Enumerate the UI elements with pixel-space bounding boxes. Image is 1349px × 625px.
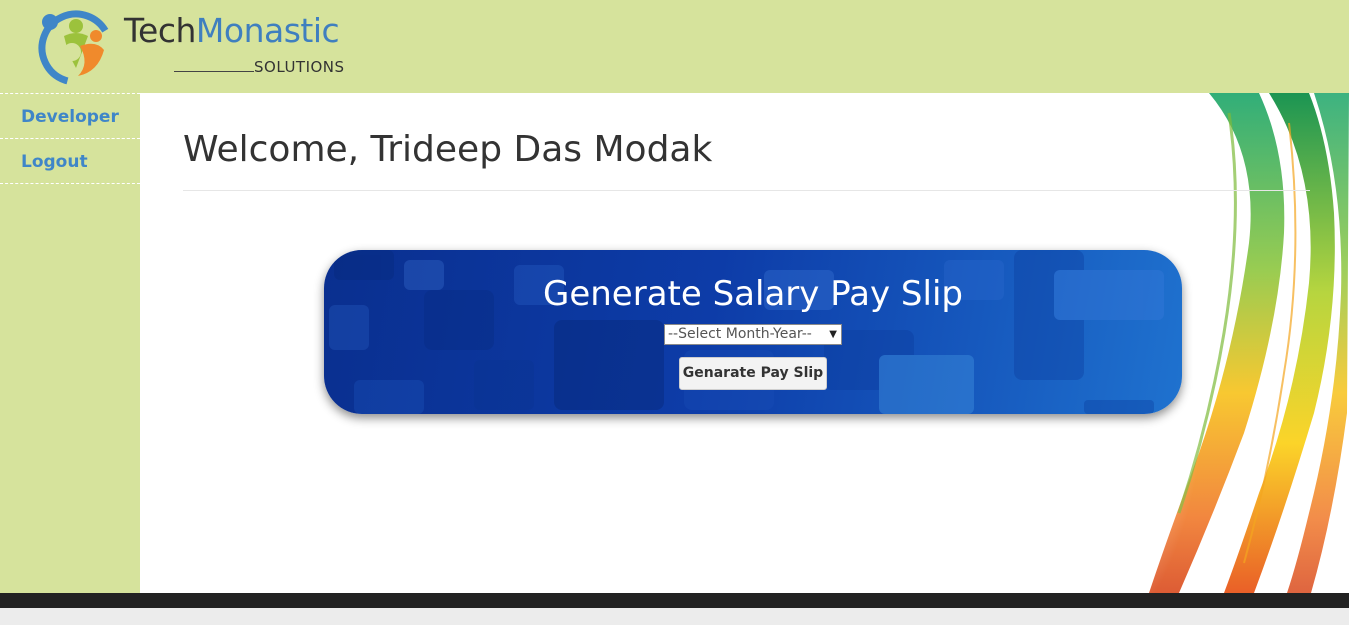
sidebar-item-logout[interactable]: Logout bbox=[0, 138, 140, 184]
sidebar-item-developer[interactable]: Developer bbox=[0, 93, 140, 139]
brand-subtitle: SOLUTIONS bbox=[254, 58, 345, 76]
brand-name: TechMonastic bbox=[124, 11, 340, 50]
app-page: TechMonastic SOLUTIONS Developer Logout bbox=[0, 0, 1349, 625]
divider bbox=[183, 190, 1310, 191]
dropdown-arrow-icon: ▼ bbox=[829, 329, 837, 340]
welcome-heading: Welcome, Trideep Das Modak bbox=[183, 129, 713, 170]
brand-name-part2: Monastic bbox=[195, 11, 340, 50]
month-year-select-value: --Select Month-Year-- bbox=[668, 326, 812, 342]
sidebar: Developer Logout bbox=[0, 93, 140, 593]
site-header: TechMonastic SOLUTIONS bbox=[0, 0, 1349, 93]
main-content: Welcome, Trideep Das Modak Generate Sala… bbox=[140, 93, 1349, 593]
footer-area bbox=[0, 608, 1349, 625]
logo-icon bbox=[38, 10, 114, 86]
month-year-select[interactable]: --Select Month-Year-- ▼ bbox=[664, 324, 842, 345]
payslip-panel: Generate Salary Pay Slip --Select Month-… bbox=[324, 250, 1182, 414]
payslip-title: Generate Salary Pay Slip bbox=[542, 274, 963, 314]
brand-name-part1: Tech bbox=[124, 11, 196, 50]
company-logo[interactable]: TechMonastic SOLUTIONS bbox=[36, 6, 356, 86]
generate-payslip-button[interactable]: Genarate Pay Slip bbox=[679, 357, 827, 390]
footer-bar bbox=[0, 593, 1349, 608]
brand-rule bbox=[174, 71, 254, 72]
